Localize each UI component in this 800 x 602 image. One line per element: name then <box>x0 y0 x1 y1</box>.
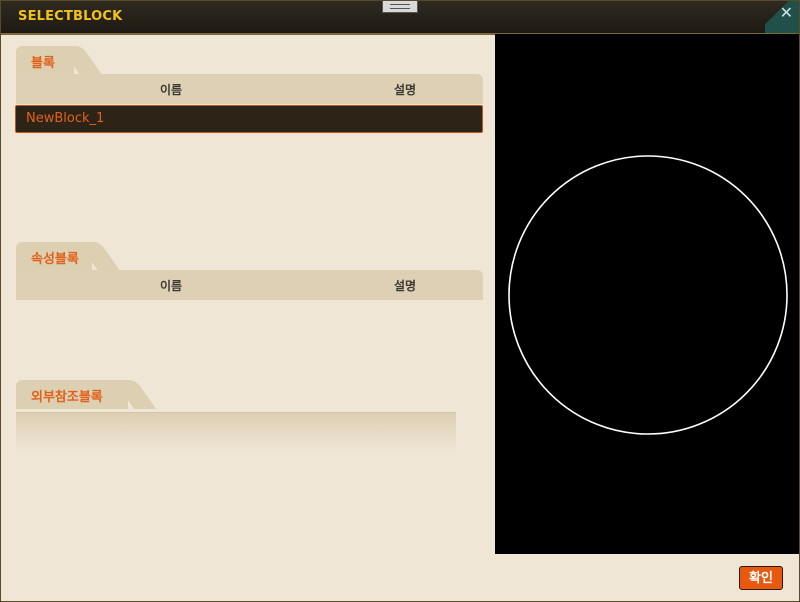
preview-canvas <box>508 155 788 435</box>
block-preview <box>495 34 799 554</box>
external-reference-blocks-tab-label: 외부참조블록 <box>31 390 103 405</box>
ok-button[interactable]: 확인 <box>739 566 783 590</box>
blocks-table-header: 이름 설명 <box>16 74 483 104</box>
close-icon[interactable]: ✕ <box>780 5 793 21</box>
block-name-cell: NewBlock_1 <box>26 111 105 126</box>
attribute-blocks-table-header: 이름 설명 <box>16 270 483 300</box>
preview-circle <box>508 155 788 435</box>
select-block-dialog: SELECTBLOCK ✕ 블록 이름 설명 NewBlock_1 속성블록 이… <box>0 0 800 602</box>
attribute-blocks-column-description: 설명 <box>394 279 417 293</box>
external-reference-list <box>16 412 456 452</box>
attribute-blocks-column-name: 이름 <box>160 279 183 293</box>
attribute-blocks-tab-label: 속성블록 <box>31 252 79 267</box>
drag-handle-icon[interactable] <box>382 1 418 13</box>
window-title: SELECTBLOCK <box>18 9 123 24</box>
tab-blocks: 블록 <box>16 46 74 75</box>
tab-external-reference-blocks: 외부참조블록 <box>16 380 128 409</box>
table-row[interactable]: NewBlock_1 <box>15 105 483 133</box>
blocks-tab-label: 블록 <box>31 56 55 71</box>
blocks-column-name: 이름 <box>160 83 183 97</box>
tab-attribute-blocks: 속성블록 <box>16 242 92 271</box>
blocks-column-description: 설명 <box>394 83 417 97</box>
close-button[interactable]: ✕ <box>765 1 799 33</box>
title-bar[interactable]: SELECTBLOCK ✕ <box>1 1 799 35</box>
